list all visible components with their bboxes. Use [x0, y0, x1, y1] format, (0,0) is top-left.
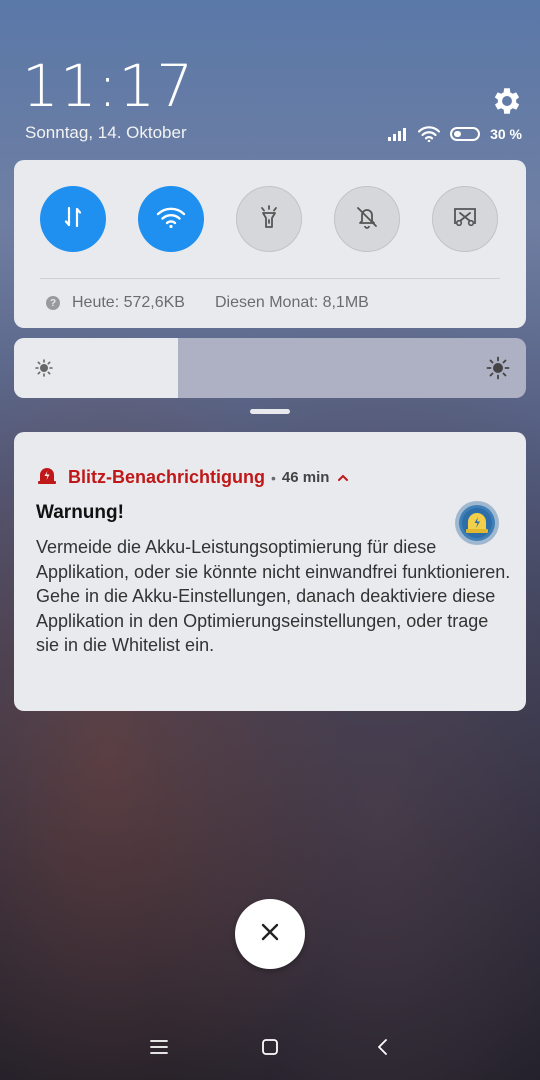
battery-percent: 30 %	[490, 126, 522, 142]
flashlight-icon	[256, 203, 282, 236]
separator: •	[271, 469, 276, 486]
screenshot-scissors-icon	[451, 204, 479, 235]
home-icon	[261, 1038, 279, 1061]
quick-settings-panel: ? Heute: 572,6KB Diesen Monat: 8,1MB	[14, 160, 526, 328]
brightness-low-icon	[34, 358, 54, 383]
notification-header: Blitz-Benachrichtigung • 46 min	[36, 464, 349, 491]
usage-month: Diesen Monat: 8,1MB	[214, 294, 369, 311]
data-arrows-icon	[60, 204, 86, 235]
menu-button[interactable]	[146, 1036, 172, 1062]
date-label: Sonntag, 14. Oktober	[25, 123, 187, 142]
wifi-icon	[418, 126, 441, 142]
back-icon	[376, 1038, 390, 1061]
alarm-bell-icon	[36, 464, 58, 491]
clock: 11:17	[22, 52, 195, 120]
wifi-toggle[interactable]	[138, 186, 204, 252]
flashlight-toggle[interactable]	[236, 186, 302, 252]
home-button[interactable]	[257, 1036, 283, 1062]
status-icons: 30 %	[388, 124, 522, 144]
notification-age: 46 min	[281, 469, 330, 486]
brightness-slider[interactable]	[14, 338, 526, 398]
bell-off-icon	[354, 204, 380, 235]
silent-toggle[interactable]	[334, 186, 400, 252]
help-icon: ?	[46, 296, 60, 310]
menu-icon	[150, 1039, 168, 1060]
back-button[interactable]	[370, 1036, 396, 1062]
notification-card[interactable]: Blitz-Benachrichtigung • 46 min Warnung!…	[14, 432, 526, 711]
chevron-up-icon[interactable]	[337, 467, 349, 488]
clear-notifications-button[interactable]	[235, 899, 305, 969]
signal-icon	[388, 127, 408, 141]
divider	[40, 278, 500, 279]
mobile-data-toggle[interactable]	[40, 186, 106, 252]
data-usage: ? Heute: 572,6KB Diesen Monat: 8,1MB	[46, 294, 369, 312]
gear-icon[interactable]	[490, 84, 524, 118]
app-name: Blitz-Benachrichtigung	[68, 467, 265, 487]
app-icon	[454, 500, 500, 546]
usage-today: Heute: 572,6KB	[72, 294, 185, 311]
notification-body: Vermeide die Akku-Leistungsoptimierung f…	[36, 537, 511, 656]
wifi-icon	[156, 206, 186, 233]
screenshot-toggle[interactable]	[432, 186, 498, 252]
navigation-bar	[0, 1020, 540, 1080]
close-icon	[259, 921, 281, 948]
notification-title: Warnung!	[36, 502, 124, 523]
battery-icon	[450, 127, 481, 141]
brightness-high-icon	[486, 356, 510, 385]
panel-drag-handle[interactable]	[250, 409, 290, 414]
